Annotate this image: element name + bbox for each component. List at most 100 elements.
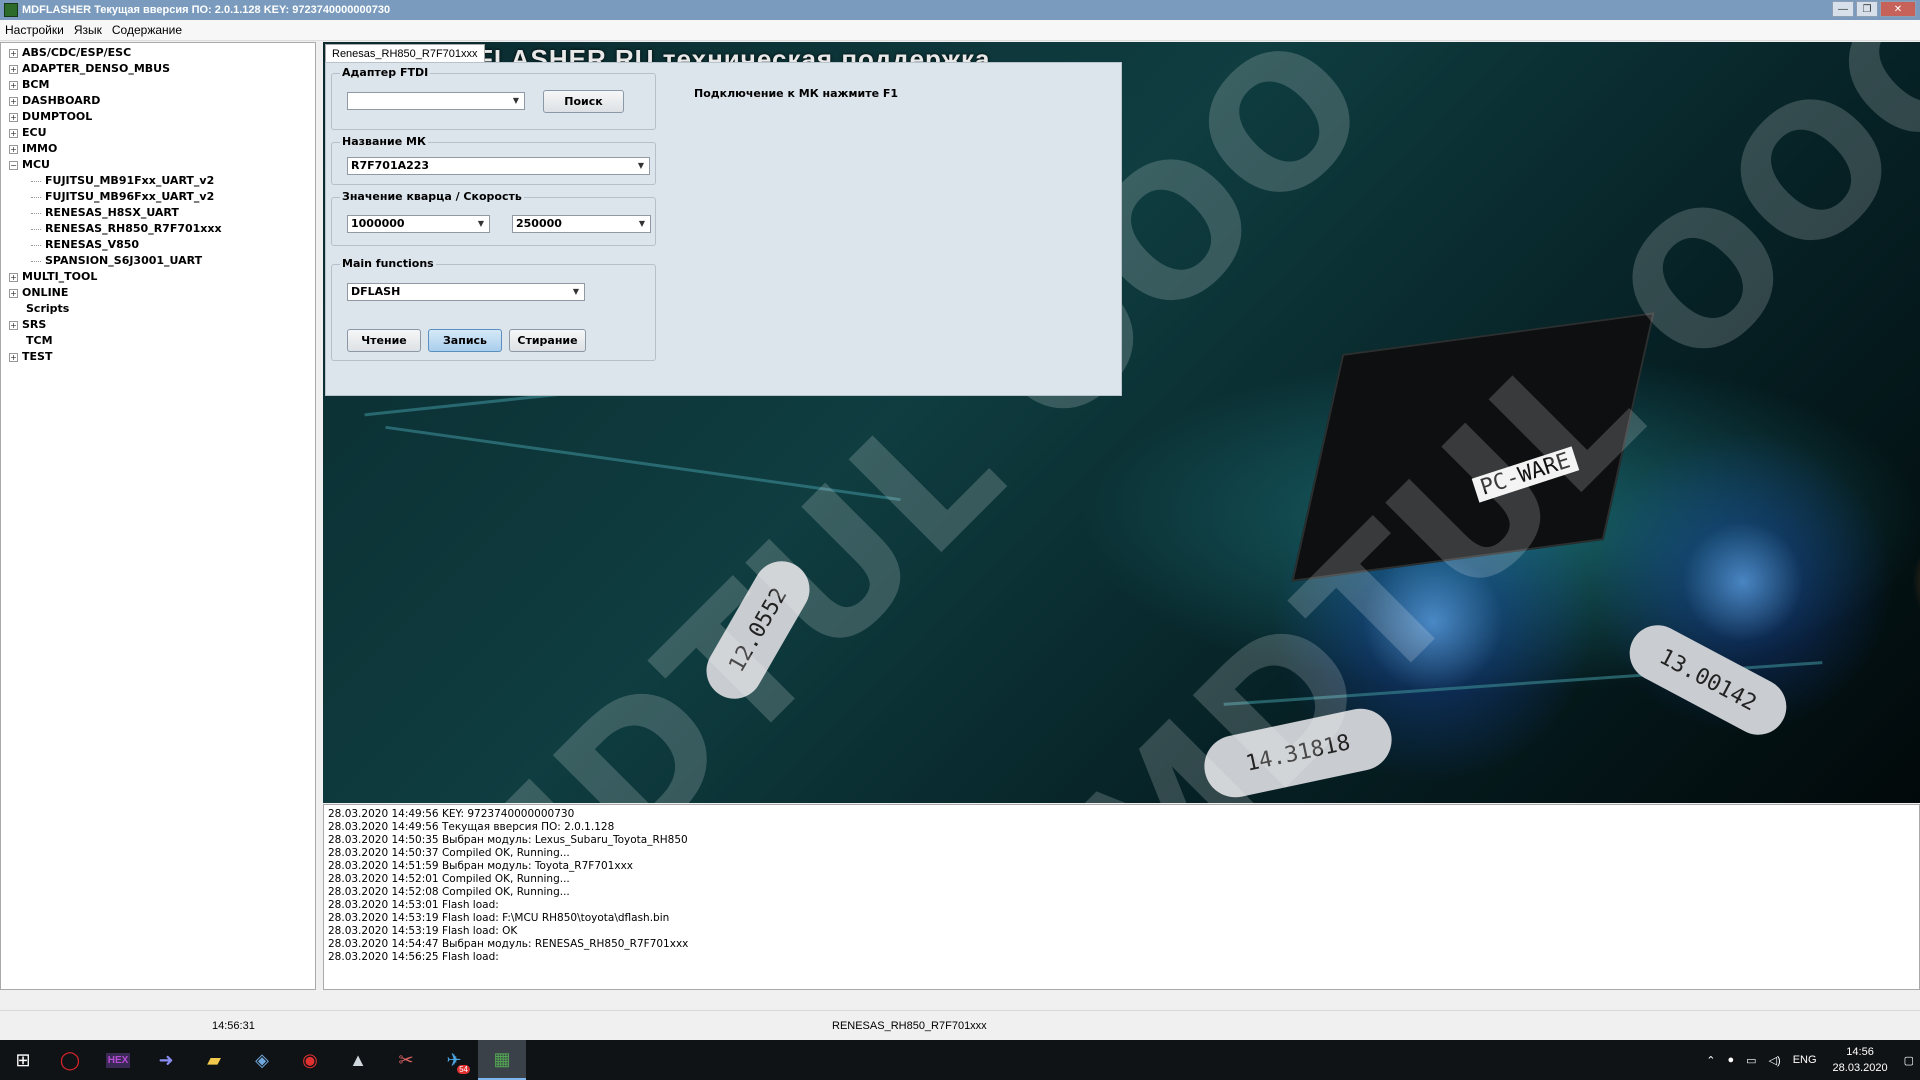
function-select-value: DFLASH [351, 285, 401, 298]
expand-icon[interactable]: + [9, 352, 18, 362]
tree-item-bcm[interactable]: + BCM [1, 77, 315, 93]
log-line: 28.03.2020 14:50:35 Выбран модуль: Lexus… [328, 834, 688, 846]
clock[interactable]: 14:56 28.03.2020 [1823, 1044, 1898, 1076]
arrow-app-icon-glyph: ➜ [158, 1049, 174, 1070]
expand-icon[interactable]: + [9, 320, 18, 330]
write-button[interactable]: Запись [428, 329, 502, 352]
file-explorer-icon[interactable]: ▰ [190, 1040, 238, 1080]
function-select[interactable]: DFLASH ▼ [347, 283, 585, 301]
tree-item-label: DASHBOARD [22, 94, 101, 107]
expand-icon[interactable]: + [9, 64, 18, 74]
tree-item-label: SRS [22, 318, 47, 331]
tree-child-spansion[interactable]: SPANSION_S6J3001_UART [1, 253, 315, 269]
mcu-select-value: R7F701A223 [351, 159, 430, 172]
expand-icon[interactable]: + [9, 96, 18, 106]
opera-icon[interactable]: ◯ [46, 1040, 94, 1080]
crystal-select[interactable]: 1000000 ▼ [347, 215, 490, 233]
chevron-up-icon[interactable]: ⌃ [1700, 1054, 1721, 1067]
status-module: RENESAS_RH850_R7F701xxx [832, 1020, 987, 1032]
file-explorer-icon-glyph: ▰ [207, 1049, 221, 1070]
crystal-component: 13.00142 [1619, 615, 1797, 745]
menu-bar: Настройки Язык Содержание [0, 20, 1920, 41]
speed-select[interactable]: 250000 ▼ [512, 215, 651, 233]
expand-icon[interactable]: + [9, 80, 18, 90]
arrow-app-icon[interactable]: ➜ [142, 1040, 190, 1080]
read-button[interactable]: Чтение [347, 329, 421, 352]
adapter-select[interactable]: ▼ [347, 92, 525, 110]
tree-item-scripts[interactable]: Scripts [1, 301, 315, 317]
speed-select-value: 250000 [516, 217, 562, 230]
windows-start-icon[interactable]: ⊞ [0, 1040, 46, 1080]
tree-item-adapter-denso[interactable]: + ADAPTER_DENSO_MBUS [1, 61, 315, 77]
tree-child-renesas-h8sx[interactable]: RENESAS_H8SX_UART [1, 205, 315, 221]
chevron-down-icon: ▼ [477, 219, 485, 228]
tree-item-mcu[interactable]: − MCU [1, 157, 315, 173]
tree-child-renesas-rh850[interactable]: RENESAS_RH850_R7F701xxx [1, 221, 315, 237]
log-output[interactable]: 28.03.2020 14:49:56 KEY: 972374000000073… [323, 804, 1920, 990]
processor-chip [1291, 312, 1655, 582]
expand-icon[interactable]: + [9, 112, 18, 122]
module-tree: + ABS/CDC/ESP/ESC + ADAPTER_DENSO_MBUS + BC… [0, 42, 316, 990]
adapter-legend: Адаптер FTDI [340, 66, 431, 79]
log-line: 28.03.2020 14:56:25 Flash load: [328, 951, 499, 963]
menu-settings[interactable]: Настройки [0, 23, 69, 37]
photos-icon-glyph: ▲ [349, 1049, 367, 1070]
volume-icon[interactable]: ◁) [1763, 1054, 1787, 1067]
tree-item-label: MULTI_TOOL [22, 270, 98, 283]
photos-icon[interactable]: ▲ [334, 1040, 382, 1080]
tool-app-icon-glyph: ◈ [255, 1049, 269, 1070]
unread-badge: 54 [457, 1065, 470, 1074]
expand-icon[interactable]: + [9, 272, 18, 282]
tree-item-dashboard[interactable]: + DASHBOARD [1, 93, 315, 109]
status-time: 14:56:31 [212, 1020, 255, 1032]
telegram-icon[interactable]: ✈ 54 [430, 1040, 478, 1080]
minimize-button[interactable]: — [1832, 1, 1854, 17]
tree-item-label: ONLINE [22, 286, 69, 299]
network-icon[interactable]: ▭ [1740, 1054, 1762, 1067]
status-bar: 14:56:31 RENESAS_RH850_R7F701xxx [0, 1010, 1920, 1040]
circuit-trace [385, 425, 901, 502]
record-app-icon[interactable]: ◉ [286, 1040, 334, 1080]
control-panel: Адаптер FTDI ▼ Поиск Подключение к МК на… [325, 62, 1122, 396]
mdflasher-icon[interactable]: ▦ [478, 1040, 526, 1080]
main-functions-group: Main functions DFLASH ▼ Чтение Запись Ст… [331, 257, 656, 361]
close-button[interactable]: ✕ [1880, 1, 1916, 17]
expand-icon[interactable]: + [9, 288, 18, 298]
crystal-select-value: 1000000 [351, 217, 405, 230]
expand-icon[interactable]: + [9, 144, 18, 154]
collapse-icon[interactable]: − [9, 160, 18, 170]
notification-icon[interactable]: ▢ [1898, 1054, 1920, 1067]
tree-child-renesas-v850[interactable]: RENESAS_V850 [1, 237, 315, 253]
expand-icon[interactable]: + [9, 128, 18, 138]
erase-button[interactable]: Стирание [509, 329, 586, 352]
log-line: 28.03.2020 14:53:19 Flash load: F:\MCU R… [328, 912, 670, 924]
menu-language[interactable]: Язык [69, 23, 107, 37]
hex-editor-icon-glyph: HEX [105, 1052, 131, 1068]
log-line: 28.03.2020 14:50:37 Compiled OK, Running… [328, 847, 570, 859]
snipping-icon[interactable]: ✂ [382, 1040, 430, 1080]
language-indicator[interactable]: ENG [1787, 1054, 1823, 1066]
mcu-select[interactable]: R7F701A223 ▼ [347, 157, 650, 175]
log-line: 28.03.2020 14:54:47 Выбран модуль: RENES… [328, 938, 689, 950]
maximize-button[interactable]: ❐ [1856, 1, 1878, 17]
tree-item-label: DUMPTOOL [22, 110, 93, 123]
tree-child-fujitsu-mb96[interactable]: FUJITSU_MB96Fxx_UART_v2 [1, 189, 315, 205]
tree-item-online[interactable]: + ONLINE [1, 285, 315, 301]
tree-item-abs[interactable]: + ABS/CDC/ESP/ESC [1, 45, 315, 61]
menu-contents[interactable]: Содержание [107, 23, 187, 37]
tree-item-ecu[interactable]: + ECU [1, 125, 315, 141]
expand-icon[interactable]: + [9, 48, 18, 58]
tree-item-test[interactable]: + TEST [1, 349, 315, 365]
tree-child-fujitsu-mb91[interactable]: FUJITSU_MB91Fxx_UART_v2 [1, 173, 315, 189]
search-button[interactable]: Поиск [543, 90, 624, 113]
log-line: 28.03.2020 14:52:01 Compiled OK, Running… [328, 873, 570, 885]
tool-app-icon[interactable]: ◈ [238, 1040, 286, 1080]
tree-item-immo[interactable]: + IMMO [1, 141, 315, 157]
tree-item-dumptool[interactable]: + DUMPTOOL [1, 109, 315, 125]
tree-item-srs[interactable]: + SRS [1, 317, 315, 333]
hex-editor-icon[interactable]: HEX [94, 1040, 142, 1080]
microphone-icon[interactable]: ● [1722, 1054, 1741, 1066]
tree-item-multi-tool[interactable]: + MULTI_TOOL [1, 269, 315, 285]
tree-item-tcm[interactable]: TCM [1, 333, 315, 349]
tab-renesas-rh850[interactable]: Renesas_RH850_R7F701xxx [325, 44, 485, 63]
